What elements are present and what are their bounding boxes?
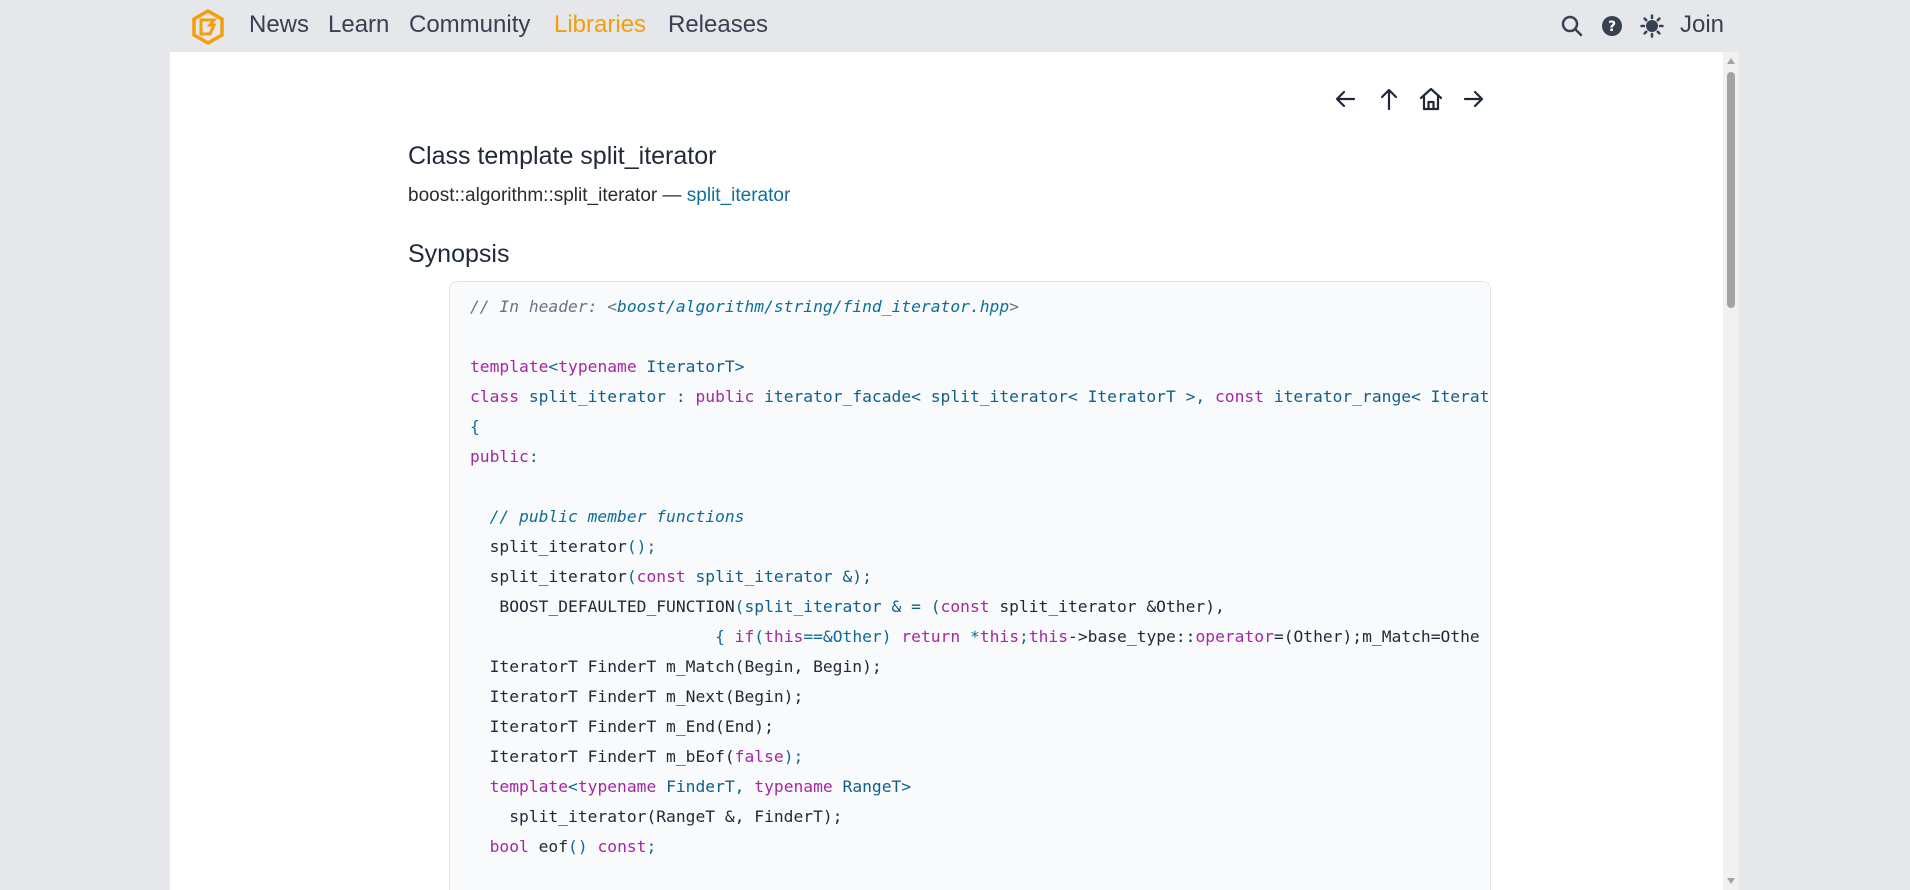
code-punct: ; (646, 837, 657, 856)
code-punct: < (568, 777, 578, 796)
nav-learn-link[interactable]: Learn (328, 11, 389, 39)
code-type: iterator_facade< split_iterator< Iterato… (754, 387, 1215, 406)
code-keyword: const (1215, 387, 1265, 406)
code-punct: ( (626, 567, 637, 586)
code-text: split_iterator (470, 567, 627, 586)
code-punct: ); (783, 747, 804, 766)
code-text: IteratorT FinderT m_Next(Begin); (470, 687, 804, 706)
top-navigation-bar: News Learn Community Libraries Releases … (170, 0, 1739, 53)
scrollbar-thumb[interactable] (1727, 72, 1735, 308)
code-type: split_iterator &); (685, 567, 872, 586)
code-text: IteratorT FinderT m_End(End); (470, 717, 774, 736)
code-text: split_iterator &Other), (989, 597, 1225, 616)
search-icon[interactable] (1560, 14, 1584, 38)
theme-toggle-icon[interactable] (1640, 14, 1664, 38)
nav-libraries-link[interactable]: Libraries (554, 11, 646, 39)
code-punct: ==&Other) (803, 627, 902, 646)
code-punct: ( (734, 597, 745, 616)
help-icon[interactable]: ? (1600, 14, 1624, 38)
code-keyword: class (470, 387, 520, 406)
up-arrow-icon[interactable] (1372, 82, 1406, 116)
code-type: split_iterator & = ( (744, 597, 941, 616)
code-keyword: this (979, 627, 1019, 646)
code-keyword: const (597, 837, 647, 856)
code-keyword: bool (470, 837, 529, 856)
code-text: ->base_type:: (1068, 627, 1196, 646)
code-keyword: const (940, 597, 990, 616)
code-listing: // In header: <boost/algorithm/string/fi… (450, 282, 1490, 862)
code-keyword: public (470, 447, 529, 466)
scroll-down-arrow-icon[interactable] (1727, 878, 1735, 884)
code-comment-close: > (1009, 297, 1019, 316)
code-type: RangeT> (832, 777, 912, 796)
code-punct: ( (754, 627, 765, 646)
code-keyword: if (734, 627, 755, 646)
next-arrow-icon[interactable] (1456, 82, 1490, 116)
code-punct: { (470, 417, 480, 436)
home-icon[interactable] (1414, 82, 1448, 116)
code-type: split_iterator : (519, 387, 696, 406)
synopsis-code-block: // In header: <boost/algorithm/string/fi… (449, 281, 1491, 890)
code-type: FinderT, (656, 777, 755, 796)
scroll-up-arrow-icon[interactable] (1727, 58, 1735, 64)
code-punct: { (715, 627, 735, 646)
code-text: eof (528, 837, 569, 856)
code-keyword: public (695, 387, 755, 406)
code-keyword: const (636, 567, 686, 586)
code-keyword: operator (1195, 627, 1274, 646)
code-keyword: false (734, 747, 784, 766)
nav-community-link[interactable]: Community (409, 11, 530, 39)
nav-releases-link[interactable]: Releases (668, 11, 768, 39)
documentation-content: Class template split_iterator boost::alg… (170, 52, 1739, 890)
code-punct: ; (1019, 627, 1029, 646)
code-keyword: typename (754, 777, 833, 796)
join-link[interactable]: Join (1680, 11, 1724, 39)
code-keyword: template (470, 357, 549, 376)
code-text: BOOST_DEFAULTED_FUNCTION (470, 597, 735, 616)
svg-text:?: ? (1608, 19, 1616, 35)
code-punct: : (528, 447, 539, 466)
refname-purpose: boost::algorithm::split_iterator — split… (408, 185, 790, 207)
code-punct: < (548, 357, 559, 376)
code-keyword: typename (577, 777, 657, 796)
code-text: split_iterator(RangeT &, FinderT); (470, 807, 843, 826)
code-text: IteratorT FinderT m_Match(Begin, Begin); (470, 657, 882, 676)
code-keyword: this (764, 627, 804, 646)
page-title: Class template split_iterator (408, 142, 717, 170)
code-keyword: return (901, 627, 961, 646)
code-punct: () (568, 837, 598, 856)
code-text: IteratorT FinderT m_bEof( (470, 747, 735, 766)
code-comment: // public member functions (489, 507, 745, 526)
code-keyword: template (470, 777, 569, 796)
boost-logo-icon[interactable] (190, 8, 226, 46)
code-text: split_iterator (470, 537, 627, 556)
header-file-link[interactable]: boost/algorithm/string/find_iterator.hpp (617, 297, 1009, 316)
prev-arrow-icon[interactable] (1329, 82, 1363, 116)
code-type: IteratorT> (636, 357, 745, 376)
nav-news-link[interactable]: News (249, 11, 309, 39)
code-keyword: this (1028, 627, 1069, 646)
code-type: iterator_range< Iterator (1264, 387, 1491, 406)
code-punct: * (960, 627, 980, 646)
synopsis-heading: Synopsis (408, 240, 510, 268)
split-iterator-link[interactable]: split_iterator (687, 185, 791, 206)
code-text: =(Other);m_Match=Othe (1273, 627, 1480, 646)
code-comment: // In header: < (470, 297, 618, 316)
code-keyword: typename (558, 357, 637, 376)
code-punct: (); (626, 537, 657, 556)
vertical-scrollbar[interactable] (1723, 52, 1739, 890)
refname-text: boost::algorithm::split_iterator — (408, 185, 687, 206)
